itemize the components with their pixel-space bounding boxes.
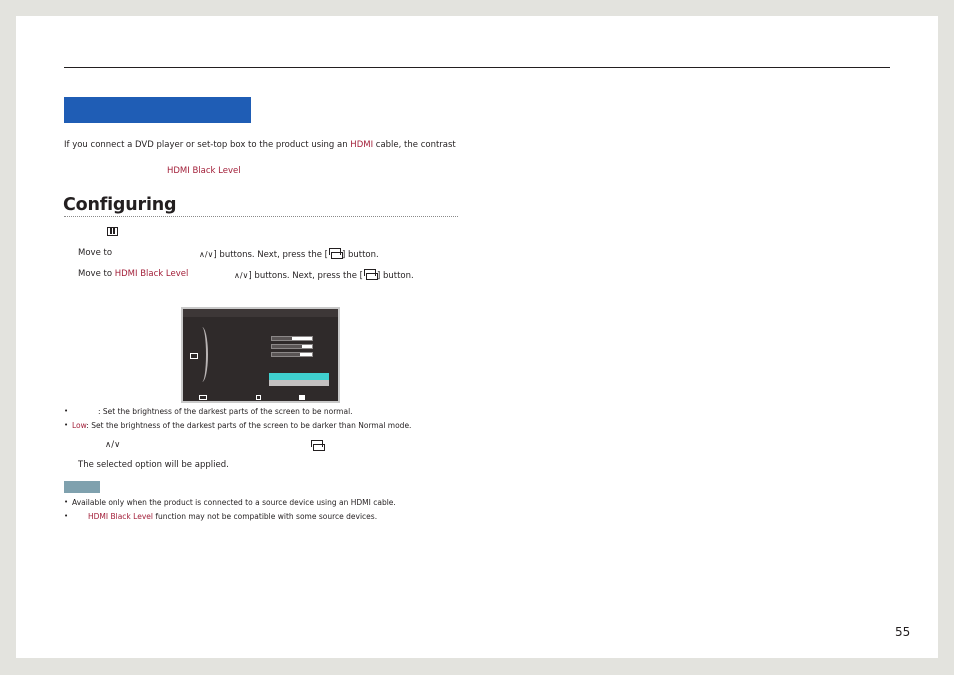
note-2: HDMI Black Level function may not be com… (88, 512, 378, 521)
source-enter-icon (328, 248, 343, 259)
bullet: • (64, 512, 69, 520)
osd-slider-1 (271, 336, 313, 341)
source-enter-icon (310, 440, 325, 453)
step-4: The selected option will be applied. (78, 460, 229, 470)
osd-slider-3 (271, 352, 313, 357)
header-rule (64, 67, 890, 68)
menu-icon (107, 227, 118, 236)
osd-picture-icon (190, 353, 198, 359)
osd-menu-icon (199, 395, 207, 400)
up-down-icon: ∧/∨ (234, 271, 249, 280)
intro-line-1: If you connect a DVD player or set-top b… (64, 140, 456, 150)
step-1: Move to (78, 248, 113, 258)
page-number: 55 (895, 625, 911, 639)
bullet: • (64, 421, 69, 429)
note-1: Available only when the product is conne… (72, 498, 396, 507)
osd-enter-icon (299, 395, 305, 400)
section-title: Configuring (63, 195, 177, 215)
title-underline (64, 216, 458, 217)
option-low: Low: Set the brightness of the darkest p… (72, 421, 412, 430)
intro-feature-name: HDMI Black Level (167, 166, 241, 176)
note-tag (64, 481, 100, 493)
up-down-icon: ∧/∨ (199, 250, 214, 259)
up-down-icon: ∧/∨ (105, 440, 121, 450)
osd-panel (183, 309, 338, 401)
step-2-cont: ∧/∨] buttons. Next, press the [] button. (234, 269, 414, 281)
osd-slider-2 (271, 344, 313, 349)
feature-name: HDMI Black Level (114, 269, 189, 279)
osd-option-selected (269, 373, 329, 380)
osd-screenshot (181, 307, 340, 403)
step-1-cont: ∧/∨] buttons. Next, press the [] button. (199, 248, 379, 260)
osd-option-2 (269, 380, 329, 386)
section-header-bar (64, 97, 251, 123)
source-enter-icon (363, 269, 378, 280)
option-normal: : Set the brightness of the darkest part… (98, 407, 353, 416)
bullet: • (64, 407, 69, 415)
hdmi-term: HDMI (350, 140, 374, 150)
step-2: Move to HDMI Black Level (78, 269, 189, 279)
osd-updown-icon (256, 395, 261, 400)
osd-title-bar (183, 309, 338, 317)
bullet: • (64, 498, 69, 506)
